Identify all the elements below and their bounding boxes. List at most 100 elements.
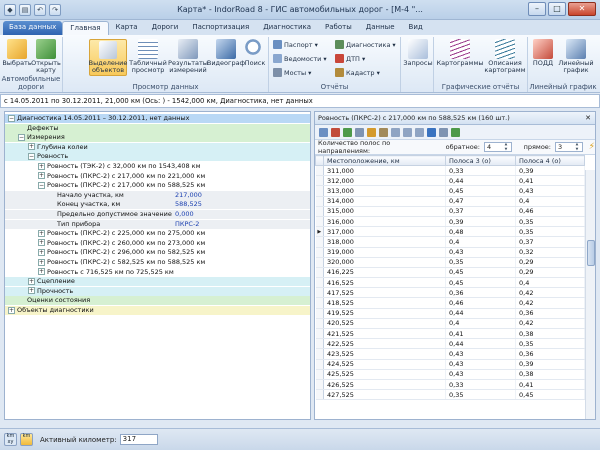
table-cell[interactable]: 423,525 xyxy=(323,348,446,360)
maximize-button[interactable]: □ xyxy=(548,2,566,16)
tree-item[interactable]: Оценки состояния xyxy=(5,296,310,306)
table-cell[interactable]: 0,35 xyxy=(445,389,516,401)
requests-button[interactable]: Запросы xyxy=(403,39,433,67)
table-cell[interactable]: 0,35 xyxy=(515,338,585,350)
close-icon[interactable]: ✕ xyxy=(585,112,591,124)
row-indicator[interactable] xyxy=(315,257,324,268)
table-cell[interactable]: 0,35 xyxy=(445,257,516,268)
tree-item[interactable]: + Ровность (ПКРС-2) с 296,000 км по 582,5… xyxy=(5,248,310,258)
row-indicator[interactable] xyxy=(315,175,324,187)
table-row[interactable]: 315,000 0,37 0,46 xyxy=(315,206,585,217)
diagnostics-report-button[interactable]: Диагностика ▾ xyxy=(335,40,396,49)
table-row[interactable]: 320,000 0,35 0,29 xyxy=(315,257,585,268)
row-indicator[interactable]: ▶ xyxy=(315,226,324,238)
table-cell[interactable]: 0,43 xyxy=(515,185,585,197)
table-row[interactable]: 313,000 0,45 0,43 xyxy=(315,185,585,197)
row-indicator[interactable] xyxy=(315,369,324,380)
table-cell[interactable]: 419,525 xyxy=(323,308,446,319)
table-cell[interactable]: 424,525 xyxy=(323,359,446,370)
excel-icon[interactable] xyxy=(451,127,460,137)
tab-data[interactable]: Данные xyxy=(359,21,402,35)
expand-toggle-icon[interactable]: + xyxy=(28,277,35,285)
table-cell[interactable]: 0,43 xyxy=(445,359,516,370)
table-cell[interactable]: 421,525 xyxy=(323,328,446,340)
row-indicator[interactable] xyxy=(315,308,324,319)
table-cell[interactable]: 0,37 xyxy=(445,206,516,217)
table-row[interactable]: 318,000 0,4 0,37 xyxy=(315,236,585,248)
tree-item[interactable]: Конец участка, км 588,525 xyxy=(5,200,310,210)
table-row[interactable]: 426,525 0,33 0,41 xyxy=(315,379,585,391)
tab-works[interactable]: Работы xyxy=(318,21,359,35)
table-row[interactable]: 416,525 0,45 0,4 xyxy=(315,277,585,289)
table-cell[interactable]: 0,36 xyxy=(515,308,585,319)
sort-icon[interactable] xyxy=(379,127,388,137)
tree-item[interactable]: + Ровность (ПКРС-2) с 217,000 км по 221,0… xyxy=(5,171,310,181)
table-cell[interactable]: 0,4 xyxy=(445,318,516,330)
grid-icon[interactable] xyxy=(415,127,424,137)
row-indicator[interactable] xyxy=(315,318,324,330)
passport-button[interactable]: Паспорт ▾ xyxy=(273,40,318,49)
table-row[interactable]: 425,525 0,43 0,38 xyxy=(315,369,585,380)
table-cell[interactable]: 0,45 xyxy=(445,277,516,289)
column-lane-4[interactable]: Полоса 4 (о) xyxy=(515,155,585,166)
tree-item[interactable]: Тип прибора ПКРС-2 xyxy=(5,219,310,229)
reverse-lanes-input[interactable]: 4 xyxy=(483,142,512,152)
tree-item[interactable]: − Ровность (ПКРС-2) с 217,000 км по 588,5… xyxy=(5,181,310,191)
row-indicator[interactable] xyxy=(315,247,324,258)
table-cell[interactable]: 416,225 xyxy=(323,267,446,279)
tab-roads[interactable]: Дороги xyxy=(145,21,186,35)
table-cell[interactable]: 0,48 xyxy=(445,226,516,238)
diagnostics-tree[interactable]: − Диагностика 14.05.2011 – 30.12.2011, не… xyxy=(4,111,311,420)
cartogram-descriptions-button[interactable]: Описания картограмм xyxy=(484,39,526,74)
table-cell[interactable]: 0,45 xyxy=(445,185,516,197)
row-indicator[interactable] xyxy=(315,277,324,289)
table-cell[interactable]: 318,000 xyxy=(323,236,446,248)
vertical-scrollbar[interactable] xyxy=(585,170,595,419)
table-cell[interactable]: 0,41 xyxy=(445,328,516,340)
table-cell[interactable]: 319,000 xyxy=(323,247,446,258)
row-indicator[interactable] xyxy=(315,165,324,177)
table-cell[interactable]: 0,33 xyxy=(445,379,516,391)
scrollbar-thumb[interactable] xyxy=(587,240,595,266)
forward-lanes-input[interactable]: 3 xyxy=(555,142,583,152)
table-cell[interactable]: 312,000 xyxy=(323,175,446,187)
table-cell[interactable]: 0,44 xyxy=(445,308,516,319)
table-row[interactable]: 319,000 0,43 0,32 xyxy=(315,247,585,258)
table-cell[interactable]: 0,41 xyxy=(515,379,585,391)
table-cell[interactable]: 425,525 xyxy=(323,369,446,380)
tree-item[interactable]: + Объекты диагностики xyxy=(5,306,310,315)
table-cell[interactable]: 0,33 xyxy=(445,165,516,177)
table-row[interactable]: 316,000 0,39 0,35 xyxy=(315,216,585,228)
delete-icon[interactable] xyxy=(331,127,340,137)
table-cell[interactable]: 0,45 xyxy=(445,267,516,279)
table-cell[interactable]: 420,525 xyxy=(323,318,446,330)
cadastre-button[interactable]: Кадастр ▾ xyxy=(335,68,380,77)
table-cell[interactable]: 0,44 xyxy=(445,338,516,350)
table-row[interactable]: 314,000 0,47 0,4 xyxy=(315,196,585,207)
tab-diagnostics[interactable]: Диагностика xyxy=(256,21,318,35)
coord-mode-icon[interactable]: km xy xyxy=(4,433,17,446)
table-row[interactable]: 311,000 0,33 0,39 xyxy=(315,165,585,177)
row-indicator[interactable] xyxy=(315,206,324,217)
tab-main[interactable]: Главная xyxy=(62,21,109,35)
table-cell[interactable]: 0,36 xyxy=(445,287,516,299)
tree-item[interactable]: + Ровность с 716,525 км по 725,525 км xyxy=(5,267,310,277)
table-cell[interactable]: 0,29 xyxy=(515,267,585,279)
tree-item-value[interactable]: 217,000 xyxy=(175,191,202,200)
table-cell[interactable]: 0,44 xyxy=(445,175,516,187)
table-row[interactable]: 419,525 0,44 0,36 xyxy=(315,308,585,319)
table-cell[interactable]: 427,525 xyxy=(323,389,446,401)
row-indicator[interactable] xyxy=(315,389,324,401)
cartograms-button[interactable]: Картограммы xyxy=(437,39,483,67)
table-row[interactable]: 424,525 0,43 0,39 xyxy=(315,359,585,370)
table-cell[interactable]: 0,36 xyxy=(515,348,585,360)
row-indicator[interactable] xyxy=(315,379,324,391)
table-cell[interactable]: 315,000 xyxy=(323,206,446,217)
expand-toggle-icon[interactable]: − xyxy=(18,133,25,141)
expand-toggle-icon[interactable]: + xyxy=(28,287,35,295)
row-indicator[interactable] xyxy=(315,267,324,279)
table-row[interactable]: 421,525 0,41 0,38 xyxy=(315,328,585,340)
row-indicator[interactable] xyxy=(315,348,324,360)
expand-toggle-icon[interactable]: + xyxy=(38,258,45,266)
tree-item[interactable]: + Глубина колеи xyxy=(5,142,310,152)
